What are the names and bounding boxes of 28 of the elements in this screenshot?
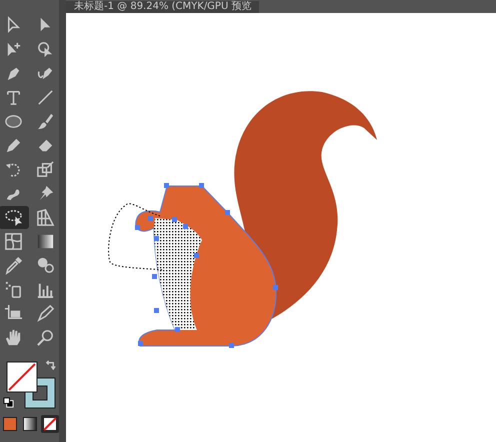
type-icon — [4, 88, 23, 107]
swap-arrow-icon[interactable] — [44, 359, 56, 370]
symbol-sprayer-icon — [4, 280, 23, 299]
fill-swatch[interactable] — [6, 361, 38, 393]
ellipse-icon — [4, 112, 23, 131]
document-tab[interactable]: 未标题-1 @ 89.24% (CMYK/GPU 预览 — [66, 1, 260, 13]
knife-icon — [36, 304, 55, 323]
shape-builder-icon — [36, 256, 55, 275]
brush-icon — [36, 112, 55, 131]
lasso-icon — [4, 208, 23, 227]
gradient-mode-icon — [22, 417, 36, 431]
tool-button[interactable] — [0, 206, 28, 229]
zoom-icon — [36, 328, 55, 347]
color-mode-button[interactable] — [40, 415, 58, 433]
line-icon — [36, 88, 55, 107]
color-mode-icon — [2, 417, 16, 431]
pencil-icon — [4, 136, 23, 155]
mesh-icon — [4, 232, 23, 251]
scale-icon — [36, 160, 55, 179]
perspective-grid-icon — [36, 208, 55, 227]
hand-icon — [4, 328, 23, 347]
gradient-icon — [36, 232, 55, 251]
none-mode-icon — [42, 417, 56, 431]
default-colors-icon[interactable] — [2, 397, 14, 408]
lasso-arrow-icon — [36, 40, 55, 59]
color-mode-button[interactable] — [20, 415, 38, 433]
color-mode-button[interactable] — [0, 415, 18, 433]
eyedropper-icon — [4, 256, 23, 275]
